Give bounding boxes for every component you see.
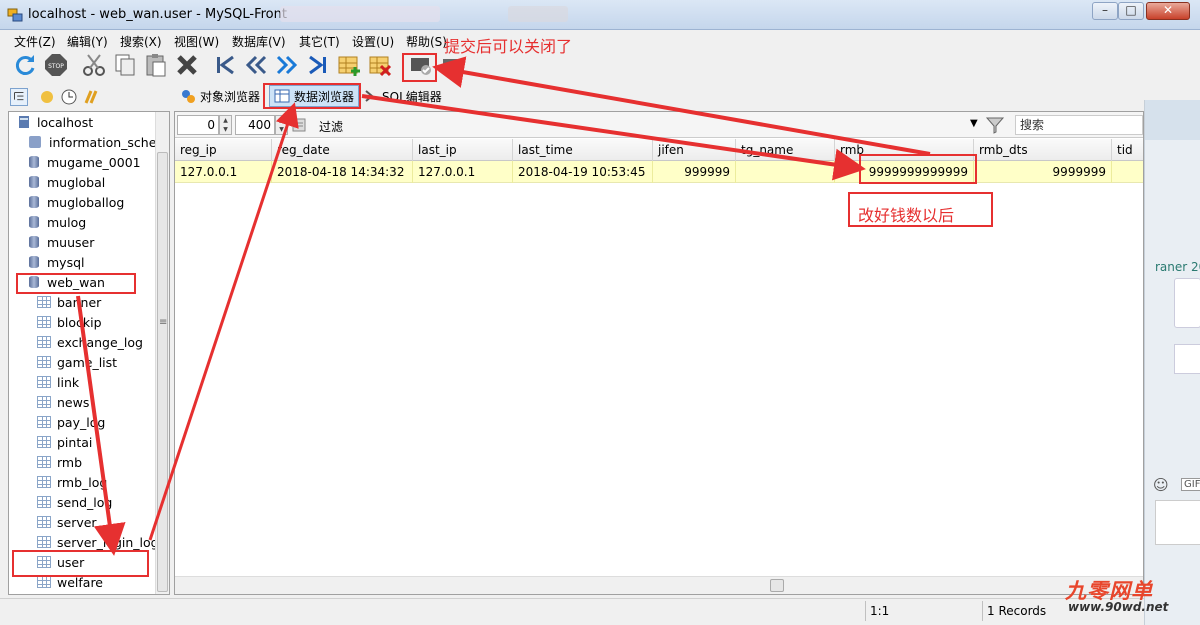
- mysql-front-window: { "window": {"title": "localhost - web_w…: [0, 0, 1200, 625]
- annotation-arrows: [76, 56, 931, 556]
- arrow-user-to-data-browser: [148, 102, 299, 541]
- arrow-webwan-to-user: [76, 295, 126, 556]
- arrow-data-browser-to-rmb: [361, 94, 866, 181]
